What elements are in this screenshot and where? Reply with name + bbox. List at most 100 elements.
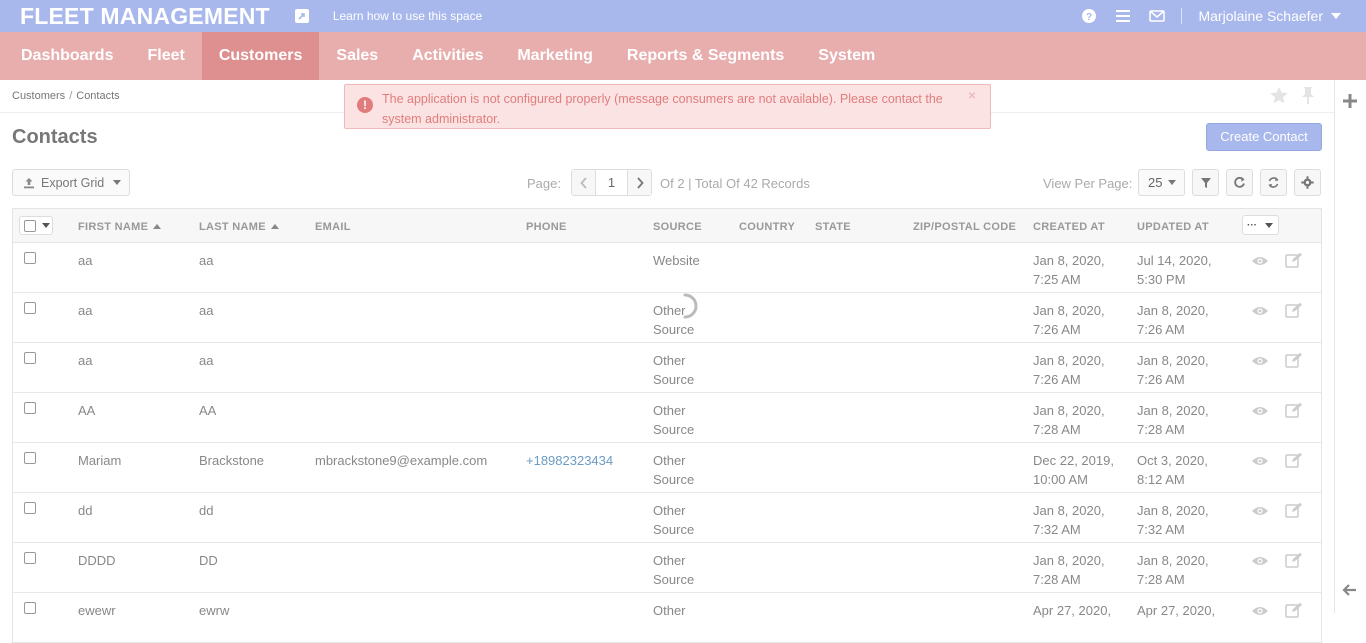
eye-icon[interactable] (1251, 554, 1269, 572)
row-checkbox[interactable] (24, 552, 36, 564)
page-info: Of 2 | Total Of 42 Records (660, 176, 810, 191)
edit-icon[interactable] (1285, 552, 1303, 573)
column-state[interactable]: STATE (815, 221, 851, 233)
table-row[interactable]: aa aa Other Source Jan 8, 2020, 7:26 AM Jan … (13, 293, 1321, 343)
alert-icon: ! (357, 97, 373, 113)
external-link-icon[interactable] (294, 9, 309, 23)
nav-fleet[interactable]: Fleet (130, 32, 201, 80)
right-sidebar (1334, 80, 1366, 613)
column-updated-at[interactable]: UPDATED AT (1137, 221, 1209, 233)
mail-icon[interactable] (1149, 8, 1166, 24)
page-number-input[interactable]: 1 (595, 170, 628, 195)
edit-icon[interactable] (1285, 302, 1303, 323)
row-checkbox[interactable] (24, 502, 36, 514)
refresh-button[interactable] (1226, 169, 1253, 196)
row-checkbox[interactable] (24, 602, 36, 614)
row-checkbox[interactable] (24, 352, 36, 364)
edit-icon[interactable] (1285, 502, 1303, 523)
create-contact-button[interactable]: Create Contact (1206, 123, 1322, 151)
breadcrumb-separator: / (69, 90, 73, 102)
select-all-checkbox[interactable] (19, 216, 53, 235)
edit-icon[interactable] (1285, 452, 1303, 473)
edit-icon[interactable] (1285, 352, 1303, 373)
cell-source: Other Source (653, 553, 695, 587)
breadcrumb-parent[interactable]: Customers (12, 90, 65, 102)
next-page-button[interactable] (628, 170, 651, 195)
row-checkbox[interactable] (24, 252, 36, 264)
cell-last-name: DD (199, 553, 218, 568)
gear-icon (1301, 176, 1314, 189)
grid-actions-menu[interactable]: ··· (1242, 215, 1279, 235)
cell-last-name: aa (199, 253, 214, 268)
eye-icon[interactable] (1251, 354, 1269, 372)
close-icon[interactable]: × (968, 87, 976, 103)
per-page-select[interactable]: 25 (1138, 169, 1185, 196)
eye-icon[interactable] (1251, 304, 1269, 322)
table-row[interactable]: aa aa Other Source Jan 8, 2020, 7:26 AM Jan … (13, 343, 1321, 393)
prev-page-button[interactable] (572, 170, 595, 195)
nav-activities[interactable]: Activities (395, 32, 500, 80)
edit-icon[interactable] (1285, 402, 1303, 423)
star-icon[interactable] (1269, 86, 1289, 110)
table-row[interactable]: ewewr ewrw Other Apr 27, 2020, Apr 27, 2020, (13, 593, 1321, 643)
row-checkbox[interactable] (24, 302, 36, 314)
column-source[interactable]: SOURCE (653, 221, 702, 233)
nav-reports-segments[interactable]: Reports & Segments (610, 32, 801, 80)
eye-icon[interactable] (1251, 454, 1269, 472)
help-icon[interactable]: ? (1081, 8, 1097, 24)
grid-settings-button[interactable] (1294, 169, 1321, 196)
nav-sales[interactable]: Sales (319, 32, 395, 80)
row-checkbox[interactable] (24, 402, 36, 414)
column-country[interactable]: COUNTRY (739, 221, 795, 233)
filter-button[interactable] (1192, 169, 1219, 196)
eye-icon[interactable] (1251, 404, 1269, 422)
chevron-down-icon[interactable] (1331, 13, 1341, 19)
pin-icon[interactable] (1300, 86, 1316, 111)
column-email[interactable]: EMAIL (315, 221, 351, 233)
app-title[interactable]: FLEET MANAGEMENT (20, 3, 270, 30)
cell-phone[interactable]: +18982323434 (526, 451, 613, 470)
column-first-name[interactable]: FIRST NAME (78, 221, 162, 233)
cell-updated-at: Jan 8, 2020, 7:32 AM (1137, 503, 1209, 537)
cell-source: Other Source (653, 403, 695, 437)
reset-button[interactable] (1260, 169, 1287, 196)
per-page-label: View Per Page: (1043, 176, 1133, 191)
table-row[interactable]: dd dd Other Source Jan 8, 2020, 7:32 AM Jan … (13, 493, 1321, 543)
column-phone[interactable]: PHONE (526, 221, 567, 233)
nav-system[interactable]: System (801, 32, 892, 80)
cell-first-name: aa (78, 253, 93, 268)
cell-source: Other Source (653, 353, 695, 387)
plus-icon[interactable] (1343, 94, 1357, 113)
page-label: Page: (527, 176, 561, 191)
table-row[interactable]: DDDD DD Other Source Jan 8, 2020, 7:28 AM Ja… (13, 543, 1321, 593)
cell-first-name: aa (78, 303, 93, 318)
user-menu[interactable]: Marjolaine Schaefer (1198, 8, 1323, 24)
eye-icon[interactable] (1251, 254, 1269, 272)
back-arrow-icon[interactable] (1342, 582, 1358, 603)
cell-created-at: Jan 8, 2020, 7:25 AM (1033, 253, 1105, 287)
column-zip[interactable]: ZIP/POSTAL CODE (913, 221, 1016, 233)
cell-updated-at: Oct 3, 2020, 8:12 AM (1137, 453, 1208, 487)
help-link[interactable]: Learn how to use this space (333, 9, 482, 23)
alert-message: The application is not configured proper… (382, 92, 943, 126)
nav-customers[interactable]: Customers (201, 32, 320, 80)
divider (1181, 8, 1183, 24)
column-created-at[interactable]: CREATED AT (1033, 221, 1105, 233)
column-last-name[interactable]: LAST NAME (199, 221, 279, 233)
breadcrumb-current: Contacts (76, 90, 120, 102)
nav-dashboards[interactable]: Dashboards (0, 32, 130, 80)
table-row[interactable]: Mariam Brackstone mbrackstone9@example.com… (13, 443, 1321, 493)
row-checkbox[interactable] (24, 452, 36, 464)
edit-icon[interactable] (1285, 252, 1303, 273)
chevron-down-icon (1168, 180, 1177, 185)
table-row[interactable]: aa aa Website Jan 8, 2020, 7:25 AM Jul 14, 2… (13, 243, 1321, 293)
export-grid-button[interactable]: Export Grid (12, 169, 130, 196)
menu-icon[interactable] (1115, 8, 1131, 24)
eye-icon[interactable] (1251, 604, 1269, 622)
nav-marketing[interactable]: Marketing (500, 32, 610, 80)
cell-created-at: Dec 22, 2019, 10:00 AM (1033, 453, 1114, 487)
eye-icon[interactable] (1251, 504, 1269, 522)
table-row[interactable]: AA AA Other Source Jan 8, 2020, 7:28 AM Jan … (13, 393, 1321, 443)
main-nav: Dashboards Fleet Customers Sales Activit… (0, 32, 1366, 80)
chevron-down-icon (113, 180, 122, 185)
